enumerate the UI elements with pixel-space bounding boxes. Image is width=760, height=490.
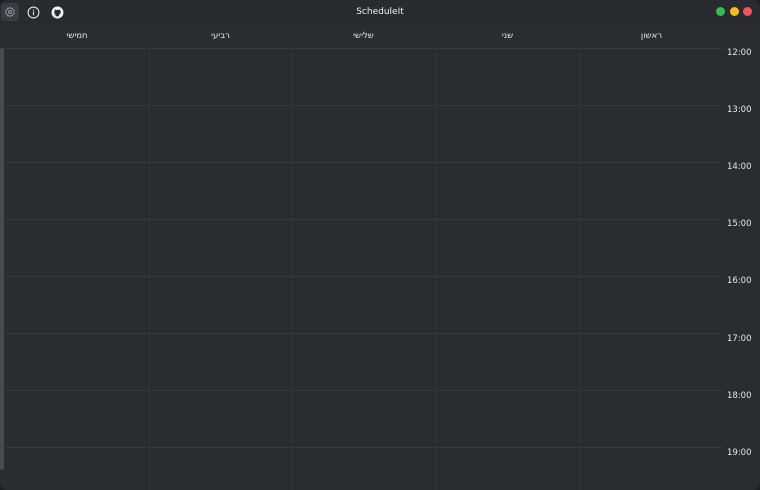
minimize-button[interactable] <box>730 7 739 16</box>
schedule-grid[interactable] <box>5 48 723 490</box>
time-label-14: 14:00 <box>727 162 752 172</box>
hour-gridline <box>5 333 723 334</box>
titlebar: ScheduleIt <box>0 0 760 24</box>
time-label-15: 15:00 <box>727 219 752 229</box>
app-window: ScheduleIt ראשון שני שלישי רביעי חמישי 1… <box>0 0 760 490</box>
time-label-19: 19:00 <box>727 448 752 458</box>
hour-gridline <box>5 162 723 163</box>
time-label-12: 12:00 <box>727 48 752 58</box>
time-label-18: 18:00 <box>727 391 752 401</box>
hour-gridline <box>5 219 723 220</box>
column-divider <box>435 48 436 490</box>
time-label-16: 16:00 <box>727 276 752 286</box>
day-header-thursday: חמישי <box>66 31 88 41</box>
day-header-wednesday: רביעי <box>211 31 230 41</box>
column-divider <box>149 48 150 490</box>
hour-gridline <box>5 276 723 277</box>
hour-gridline <box>5 105 723 106</box>
time-label-17: 17:00 <box>727 334 752 344</box>
time-label-13: 13:00 <box>727 105 752 115</box>
app-title: ScheduleIt <box>356 7 404 17</box>
scrollbar[interactable] <box>0 48 4 470</box>
maximize-button[interactable] <box>716 7 725 16</box>
hour-gridline <box>5 390 723 391</box>
day-header-tuesday: שלישי <box>353 31 374 41</box>
column-divider <box>580 48 581 490</box>
column-divider <box>292 48 293 490</box>
day-header-row: ראשון שני שלישי רביעי חמישי <box>5 24 723 48</box>
day-header-monday: שני <box>501 31 514 41</box>
hour-gridline <box>5 447 723 448</box>
hour-gridline <box>5 48 723 49</box>
close-button[interactable] <box>743 7 752 16</box>
day-header-sunday: ראשון <box>640 31 663 41</box>
